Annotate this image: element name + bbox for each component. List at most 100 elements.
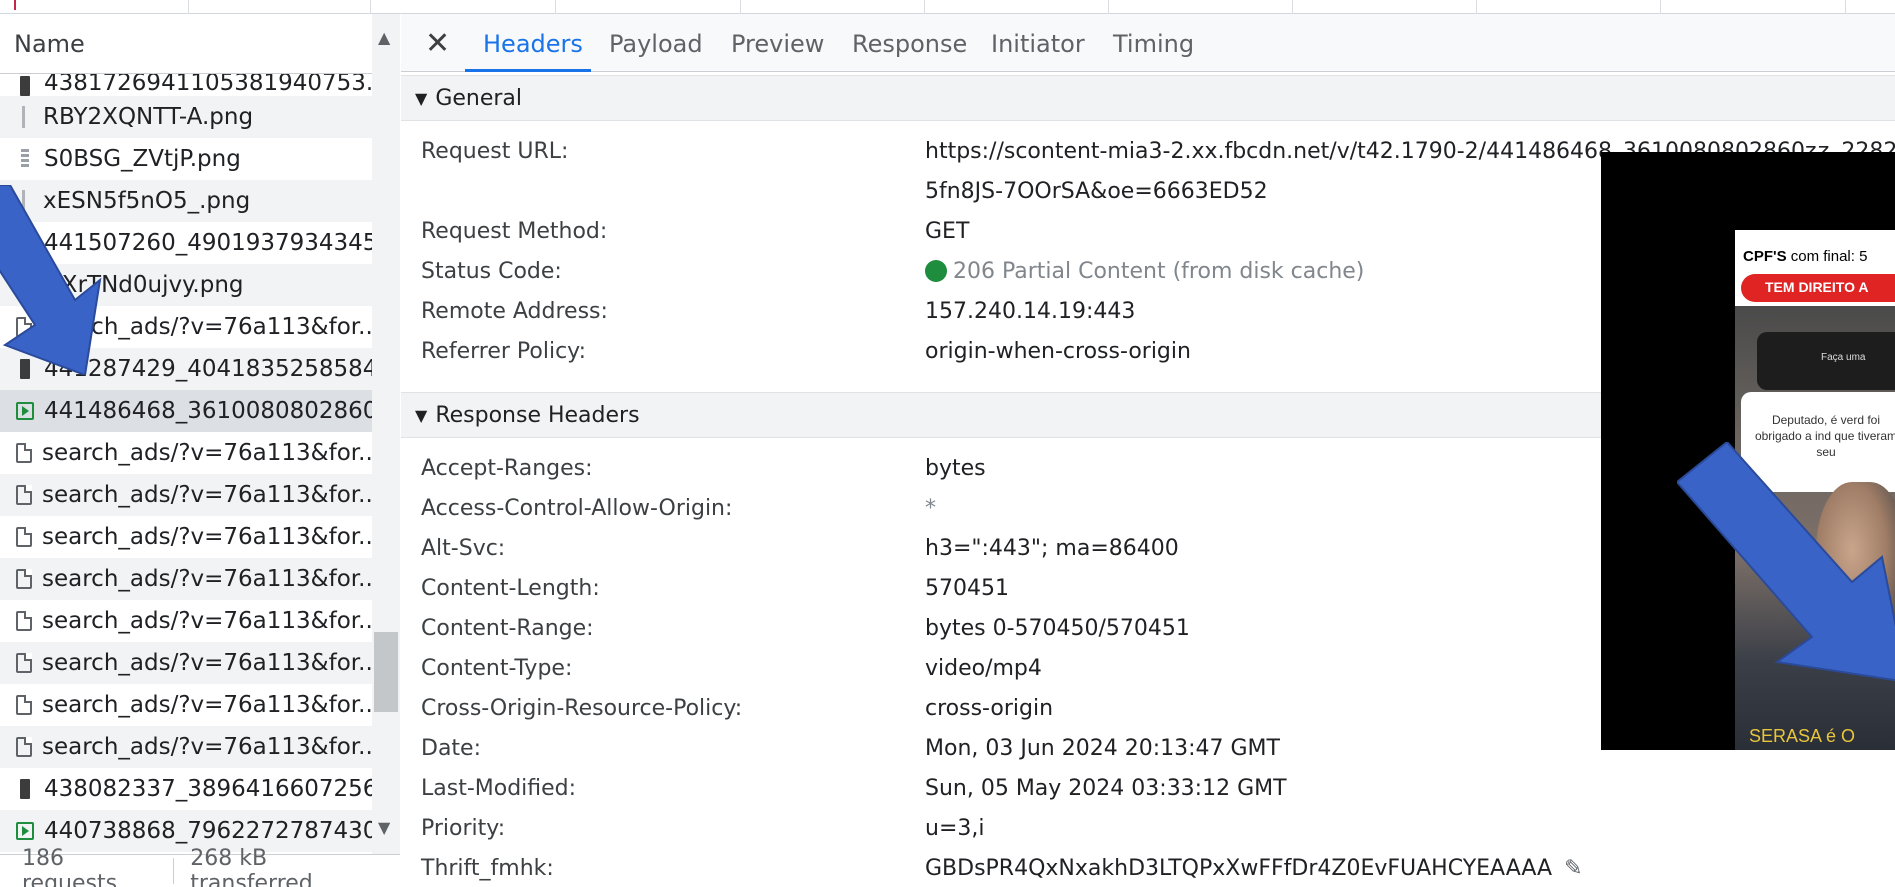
list-item[interactable]: 4381726941105381940753...: [0, 74, 372, 96]
header-value-text: origin-when-cross-origin: [925, 339, 1191, 364]
response-header-key: Accept-Ranges:: [421, 456, 593, 481]
request-list-scrollbar[interactable]: ▲ ▼: [372, 14, 400, 854]
response-header-value[interactable]: cross-origin: [925, 696, 1053, 721]
list-item[interactable]: search_ads/?v=76a113&for...: [0, 558, 372, 600]
tab-payload[interactable]: Payload: [609, 30, 703, 58]
response-header-key: Cross-Origin-Resource-Policy:: [421, 696, 743, 721]
header-value-text: *: [925, 496, 936, 521]
scroll-down-icon[interactable]: ▼: [378, 818, 390, 837]
response-header-key: Priority:: [421, 816, 506, 841]
timeline-tick: [924, 0, 925, 14]
request-name: search_ads/?v=76a113&for...: [42, 608, 372, 634]
tab-initiator[interactable]: Initiator: [991, 30, 1085, 58]
list-item[interactable]: 438082337_3896416607256...: [0, 768, 372, 810]
request-name: search_ads/?v=76a113&for...: [42, 314, 372, 340]
response-header-key: Content-Length:: [421, 576, 600, 601]
request-count: 186 requests: [22, 846, 118, 887]
general-header-value[interactable]: 206 Partial Content (from disk cache): [925, 259, 1364, 284]
timeline-tick: [555, 0, 556, 14]
request-name: wXrTNd0ujvy.png: [43, 272, 244, 298]
edit-pencil-icon[interactable]: ✎: [1564, 856, 1582, 881]
preview-banner-pill: TEM DIREITO A: [1741, 274, 1895, 302]
response-header-value[interactable]: Mon, 03 Jun 2024 20:13:47 GMT: [925, 736, 1280, 761]
timeline-overview[interactable]: [0, 0, 1895, 14]
expand-triangle-icon[interactable]: ▼: [415, 406, 427, 425]
expand-triangle-icon[interactable]: ▼: [415, 89, 427, 108]
general-header-key: Remote Address:: [421, 299, 608, 324]
response-header-key: Last-Modified:: [421, 776, 577, 801]
request-name: search_ads/?v=76a113&for...: [42, 482, 372, 508]
scroll-up-icon[interactable]: ▲: [378, 28, 390, 47]
request-name: RBY2XQNTT-A.png: [43, 104, 254, 130]
request-name: search_ads/?v=76a113&for...: [42, 440, 372, 466]
list-item[interactable]: 441287429_4041835258584...: [0, 348, 372, 390]
document-icon: [16, 611, 32, 631]
list-item[interactable]: 441507260_4901937934345...: [0, 222, 372, 264]
list-item[interactable]: search_ads/?v=76a113&for...: [0, 516, 372, 558]
general-header-value[interactable]: origin-when-cross-origin: [925, 339, 1191, 364]
document-icon: [16, 527, 32, 547]
image-dark-icon: [20, 359, 30, 379]
list-item[interactable]: search_ads/?v=76a113&for...: [0, 726, 372, 768]
preview-card-text: Faça uma: [1821, 352, 1866, 363]
request-name: xESN5f5nO5_.png: [43, 188, 251, 214]
response-header-value[interactable]: Sun, 05 May 2024 03:33:12 GMT: [925, 776, 1287, 801]
response-header-value[interactable]: bytes 0-570450/570451: [925, 616, 1190, 641]
list-item[interactable]: search_ads/?v=76a113&for...: [0, 432, 372, 474]
image-thin-icon: [22, 190, 25, 212]
list-item[interactable]: search_ads/?v=76a113&for...: [0, 306, 372, 348]
request-name: 441287429_4041835258584...: [44, 356, 372, 382]
header-value-text: Sun, 05 May 2024 03:33:12 GMT: [925, 776, 1287, 801]
list-item[interactable]: search_ads/?v=76a113&for...: [0, 600, 372, 642]
response-header-value[interactable]: video/mp4: [925, 656, 1042, 681]
list-item[interactable]: wXrTNd0ujvy.png: [0, 264, 372, 306]
response-header-value[interactable]: *: [925, 496, 936, 521]
list-item[interactable]: search_ads/?v=76a113&for...: [0, 642, 372, 684]
request-list-header[interactable]: Name: [0, 14, 372, 74]
timeline-tick: [1660, 0, 1661, 14]
header-value-text: u=3,i: [925, 816, 985, 841]
name-column-header[interactable]: Name: [14, 30, 85, 58]
request-name: 441486468_3610080802860...: [44, 398, 372, 424]
general-header-value[interactable]: 157.240.14.19:443: [925, 299, 1135, 324]
general-header-value[interactable]: GET: [925, 219, 969, 244]
request-name: S0BSG_ZVtjP.png: [44, 146, 241, 172]
video-preview-thumbnail: CPF'S com final: 5 TEM DIREITO A Faça um…: [1601, 152, 1895, 750]
network-status-bar: 186 requests 268 kB transferred: [0, 846, 400, 887]
response-header-value[interactable]: u=3,i: [925, 816, 984, 841]
tab-headers[interactable]: Headers: [483, 30, 583, 58]
tab-preview[interactable]: Preview: [731, 30, 824, 58]
tab-response[interactable]: Response: [852, 30, 967, 58]
header-value-text: 157.240.14.19:443: [925, 299, 1136, 324]
response-header-value[interactable]: 570451: [925, 576, 1009, 601]
header-value-text: bytes 0-570450/570451: [925, 616, 1190, 641]
list-item[interactable]: search_ads/?v=76a113&for...: [0, 474, 372, 516]
list-item[interactable]: search_ads/?v=76a113&for...: [0, 684, 372, 726]
request-name: search_ads/?v=76a113&for...: [42, 524, 372, 550]
close-icon[interactable]: ✕: [425, 26, 450, 61]
media-icon: [16, 822, 34, 840]
response-header-value[interactable]: bytes: [925, 456, 986, 481]
general-header-value[interactable]: 5fn8JS-7OOrSA&oe=6663ED52: [925, 179, 1268, 204]
request-name: search_ads/?v=76a113&for...: [42, 566, 372, 592]
list-item[interactable]: RBY2XQNTT-A.png: [0, 96, 372, 138]
document-icon: [16, 653, 32, 673]
general-header-key: Request Method:: [421, 219, 608, 244]
annotation-arrow-right-icon: [1677, 442, 1895, 682]
general-section-header[interactable]: ▼ General: [401, 75, 1895, 121]
list-item[interactable]: S0BSG_ZVtjP.png: [0, 138, 372, 180]
timeline-tick: [1476, 0, 1477, 14]
scrollbar-thumb[interactable]: [374, 632, 398, 712]
timeline-tick: [740, 0, 741, 14]
list-item-selected[interactable]: 441486468_3610080802860...: [0, 390, 372, 432]
header-value-text: bytes: [925, 456, 986, 481]
response-header-value[interactable]: h3=":443"; ma=86400: [925, 536, 1179, 561]
response-header-key: Alt-Svc:: [421, 536, 506, 561]
detail-tabs-bar: ✕ Headers Payload Preview Response Initi…: [401, 14, 1895, 72]
response-header-value[interactable]: GBDsPR4QxNxakhD3LTQPxXwFFfDr4Z0EvFUAHCYE…: [925, 856, 1583, 881]
document-icon: [16, 485, 32, 505]
list-item[interactable]: xESN5f5nO5_.png: [0, 180, 372, 222]
preview-caption: SERASA é O: [1749, 726, 1856, 746]
timeline-tick: [188, 0, 189, 14]
tab-timing[interactable]: Timing: [1113, 30, 1194, 58]
